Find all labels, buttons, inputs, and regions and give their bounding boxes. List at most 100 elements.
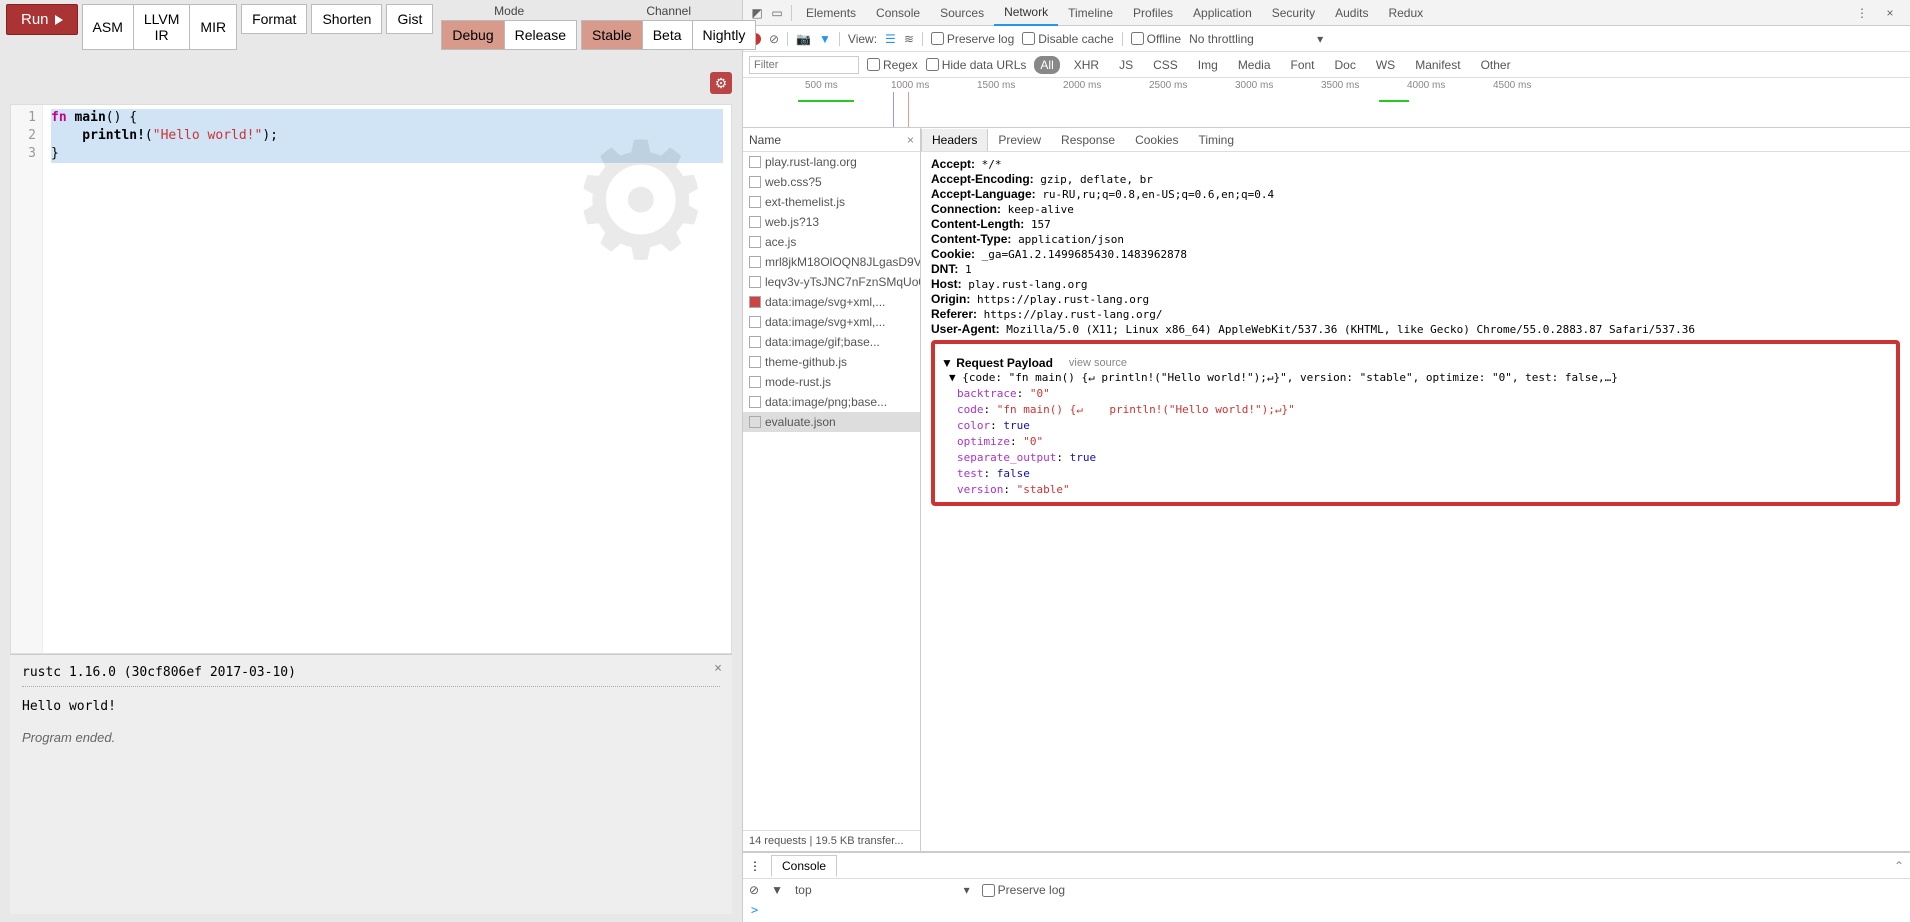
- filter-row: Regex Hide data URLs All XHR JS CSS Img …: [743, 52, 1910, 78]
- pill-img[interactable]: Img: [1192, 56, 1224, 74]
- pill-ws[interactable]: WS: [1370, 56, 1401, 74]
- request-item[interactable]: data:image/gif;base...: [743, 332, 920, 352]
- pill-font[interactable]: Font: [1285, 56, 1321, 74]
- pill-xhr[interactable]: XHR: [1068, 56, 1105, 74]
- regex-checkbox[interactable]: Regex: [867, 58, 918, 72]
- run-button[interactable]: Run: [6, 4, 78, 35]
- pill-all[interactable]: All: [1034, 56, 1059, 74]
- tab-network[interactable]: Network: [994, 0, 1058, 26]
- hide-data-checkbox[interactable]: Hide data URLs: [926, 58, 1027, 72]
- request-item[interactable]: ace.js: [743, 232, 920, 252]
- mir-button[interactable]: MIR: [190, 4, 237, 50]
- network-toolbar: ⊘ 📷 ▼ View: ☰ ≋ Preserve log Disable cac…: [743, 26, 1910, 52]
- dtab-timing[interactable]: Timing: [1188, 129, 1244, 151]
- rustc-version: rustc 1.16.0 (30cf806ef 2017-03-10): [22, 665, 720, 680]
- request-footer: 14 requests | 19.5 KB transfer...: [743, 830, 920, 851]
- playground-toolbar: Run ASM LLVM IR MIR Format Shorten Gist …: [0, 0, 742, 54]
- channel-label: Channel: [646, 4, 691, 18]
- name-header: Name: [749, 133, 781, 147]
- dtab-headers[interactable]: Headers: [921, 129, 988, 151]
- filter-input[interactable]: [749, 56, 859, 74]
- close-devtools-icon[interactable]: ×: [1880, 6, 1900, 20]
- output-panel: × rustc 1.16.0 (30cf806ef 2017-03-10) He…: [10, 654, 732, 914]
- tab-sources[interactable]: Sources: [930, 1, 994, 25]
- menu-icon[interactable]: ⋮: [1852, 6, 1872, 20]
- clear-icon[interactable]: ⊘: [769, 32, 779, 46]
- throttling-select[interactable]: No throttling ▾: [1189, 32, 1323, 46]
- pill-doc[interactable]: Doc: [1329, 56, 1362, 74]
- request-item[interactable]: mode-rust.js: [743, 372, 920, 392]
- console-tab[interactable]: Console: [771, 855, 837, 877]
- play-icon: [55, 15, 63, 25]
- dtab-preview[interactable]: Preview: [988, 129, 1051, 151]
- filter-icon[interactable]: ▼: [819, 32, 831, 46]
- close-output-icon[interactable]: ×: [714, 661, 722, 676]
- request-item[interactable]: mrl8jkM18OlOQN8JLgasD9V_...: [743, 252, 920, 272]
- payload-highlight-box: ▼ Request Payload view source ▼ {code: "…: [931, 340, 1900, 506]
- device-icon[interactable]: ▭: [767, 6, 787, 20]
- pill-js[interactable]: JS: [1113, 56, 1139, 74]
- beta-button[interactable]: Beta: [643, 20, 693, 50]
- context-select[interactable]: top: [795, 883, 812, 897]
- large-rows-icon[interactable]: ☰: [885, 32, 896, 46]
- stable-button[interactable]: Stable: [581, 20, 643, 50]
- asm-button[interactable]: ASM: [82, 4, 134, 50]
- request-item[interactable]: data:image/png;base...: [743, 392, 920, 412]
- request-item[interactable]: web.css?5: [743, 172, 920, 192]
- waterfall-icon[interactable]: ≋: [904, 32, 914, 46]
- devtools-pane: ◩ ▭ Elements Console Sources Network Tim…: [742, 0, 1910, 922]
- request-item[interactable]: ext-themelist.js: [743, 192, 920, 212]
- request-item[interactable]: data:image/svg+xml,...: [743, 292, 920, 312]
- editor-gutter: 1 2 3: [11, 105, 43, 653]
- code-editor[interactable]: 1 2 3 ⚙ fn main() { println!("Hello worl…: [10, 104, 732, 654]
- request-item[interactable]: evaluate.json: [743, 412, 920, 432]
- devtools-tabs: ◩ ▭ Elements Console Sources Network Tim…: [743, 0, 1910, 26]
- preserve-log-checkbox[interactable]: Preserve log: [931, 32, 1014, 46]
- request-item[interactable]: leqv3v-yTsJNC7nFznSMqUo0...: [743, 272, 920, 292]
- console-preserve-checkbox[interactable]: Preserve log: [982, 883, 1065, 897]
- console-menu-icon[interactable]: ⋮: [749, 859, 761, 873]
- nightly-button[interactable]: Nightly: [693, 20, 757, 50]
- offline-checkbox[interactable]: Offline: [1131, 32, 1181, 46]
- request-list: Name × play.rust-lang.orgweb.css?5ext-th…: [743, 128, 921, 851]
- pill-other[interactable]: Other: [1475, 56, 1517, 74]
- tab-audits[interactable]: Audits: [1325, 1, 1378, 25]
- format-button[interactable]: Format: [241, 4, 307, 34]
- tab-redux[interactable]: Redux: [1378, 1, 1433, 25]
- debug-button[interactable]: Debug: [441, 20, 504, 50]
- playground-pane: Run ASM LLVM IR MIR Format Shorten Gist …: [0, 0, 742, 922]
- camera-icon[interactable]: 📷: [796, 32, 811, 46]
- gist-button[interactable]: Gist: [386, 4, 433, 34]
- request-detail: Headers Preview Response Cookies Timing …: [921, 128, 1910, 851]
- request-item[interactable]: play.rust-lang.org: [743, 152, 920, 172]
- request-item[interactable]: data:image/svg+xml,...: [743, 312, 920, 332]
- dtab-cookies[interactable]: Cookies: [1125, 129, 1188, 151]
- tab-timeline[interactable]: Timeline: [1058, 1, 1123, 25]
- llvm-button[interactable]: LLVM IR: [134, 4, 191, 50]
- disable-cache-checkbox[interactable]: Disable cache: [1022, 32, 1113, 46]
- collapse-drawer-icon[interactable]: ⌃: [1894, 859, 1904, 873]
- tab-console[interactable]: Console: [866, 1, 930, 25]
- mode-label: Mode: [494, 4, 524, 18]
- pill-media[interactable]: Media: [1232, 56, 1277, 74]
- console-prompt[interactable]: >: [743, 901, 1910, 919]
- request-item[interactable]: web.js?13: [743, 212, 920, 232]
- view-source-link[interactable]: view source: [1069, 357, 1127, 369]
- pill-css[interactable]: CSS: [1147, 56, 1184, 74]
- filter-console-icon[interactable]: ▼: [771, 883, 783, 897]
- dtab-response[interactable]: Response: [1051, 129, 1125, 151]
- network-timeline[interactable]: 500 ms 1000 ms 1500 ms 2000 ms 2500 ms 3…: [743, 78, 1910, 128]
- tab-profiles[interactable]: Profiles: [1123, 1, 1183, 25]
- view-label: View:: [848, 32, 877, 46]
- release-button[interactable]: Release: [505, 20, 577, 50]
- shorten-button[interactable]: Shorten: [311, 4, 382, 34]
- request-item[interactable]: theme-github.js: [743, 352, 920, 372]
- clear-console-icon[interactable]: ⊘: [749, 883, 759, 897]
- tab-application[interactable]: Application: [1183, 1, 1262, 25]
- pill-manifest[interactable]: Manifest: [1409, 56, 1466, 74]
- settings-button[interactable]: ⚙: [710, 72, 732, 94]
- program-ended: Program ended.: [22, 730, 720, 745]
- close-detail-icon[interactable]: ×: [907, 133, 914, 147]
- tab-elements[interactable]: Elements: [796, 1, 866, 25]
- tab-security[interactable]: Security: [1262, 1, 1325, 25]
